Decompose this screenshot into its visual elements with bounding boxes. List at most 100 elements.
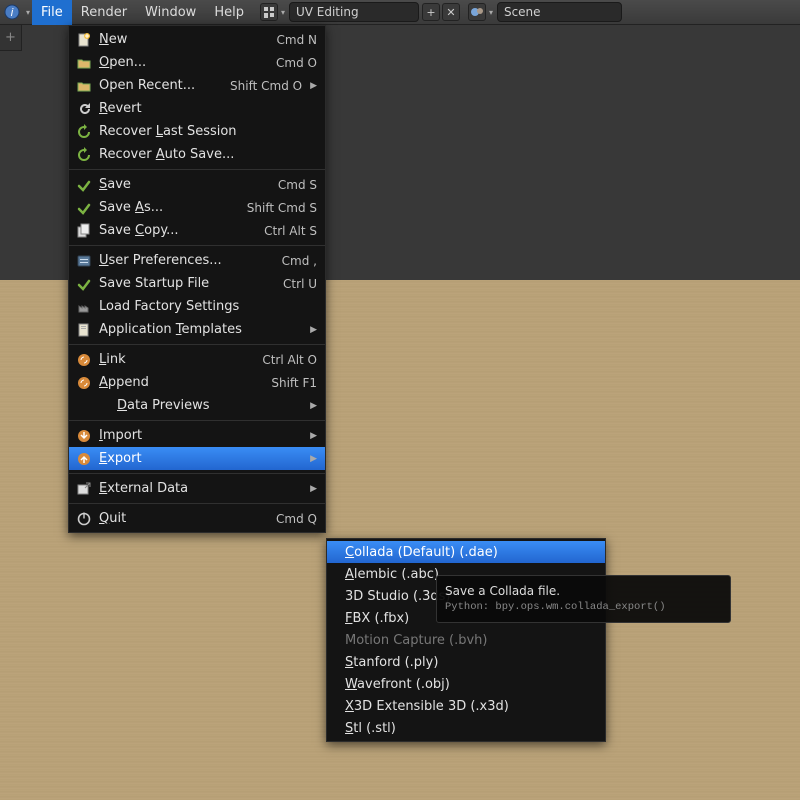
- menu-item-label: New: [99, 32, 234, 47]
- editor-type-dropdown-icon[interactable]: ▾: [24, 1, 32, 23]
- file-menu-external-data[interactable]: External Data▶: [69, 477, 325, 500]
- menu-window[interactable]: Window: [136, 0, 205, 25]
- layout-field[interactable]: UV Editing: [289, 2, 419, 22]
- file-menu-recover-last[interactable]: Recover Last Session: [69, 120, 325, 143]
- save-copy-icon: [75, 223, 93, 239]
- layout-dropdown-icon[interactable]: ▾: [279, 1, 287, 23]
- submenu-arrow-icon: ▶: [302, 454, 317, 464]
- menu-item-label: Append: [99, 375, 234, 390]
- menu-item-label: Recover Auto Save...: [99, 147, 317, 162]
- submenu-item-label: X3D Extensible 3D (.x3d): [345, 699, 597, 714]
- menu-item-label: Open...: [99, 55, 234, 70]
- file-menu-import[interactable]: Import▶: [69, 424, 325, 447]
- tooltip-python: Python: bpy.ops.wm.collada_export(): [445, 600, 722, 616]
- file-menu-load-factory[interactable]: Load Factory Settings: [69, 295, 325, 318]
- menu-item-shortcut: Shift Cmd O: [227, 79, 302, 93]
- menu-item-label: Application Templates: [99, 322, 302, 337]
- menu-item-label: Export: [99, 451, 302, 466]
- file-menu-recover-auto[interactable]: Recover Auto Save...: [69, 143, 325, 166]
- prefs-icon: [75, 253, 93, 269]
- file-menu-save[interactable]: Save Cmd S: [69, 173, 325, 196]
- tooltip: Save a Collada file. Python: bpy.ops.wm.…: [436, 575, 731, 623]
- layout-browse-button[interactable]: [260, 3, 278, 21]
- menu-render[interactable]: Render: [72, 0, 136, 25]
- menu-item-label: Link: [99, 352, 234, 367]
- menu-item-label: Data Previews: [117, 398, 302, 413]
- submenu-arrow-icon: ▶: [302, 431, 317, 441]
- menu-item-label: Save Copy...: [99, 223, 234, 238]
- link-icon: [75, 375, 93, 391]
- menu-item-label: Load Factory Settings: [99, 299, 317, 314]
- delete-layout-button[interactable]: ✕: [442, 3, 460, 21]
- folder-icon: [75, 55, 93, 71]
- file-menu-open[interactable]: Open... Cmd O: [69, 51, 325, 74]
- file-menu-dropdown: NewCmd N Open... Cmd O Open Recent... Shift …: [68, 25, 326, 533]
- save-icon: [75, 177, 93, 193]
- file-menu-data-previews[interactable]: Data Previews▶: [69, 394, 325, 417]
- export-obj[interactable]: Wavefront (.obj): [327, 673, 605, 695]
- file-menu-open-recent[interactable]: Open Recent... Shift Cmd O▶: [69, 74, 325, 97]
- doc-new-icon: [75, 32, 93, 48]
- menu-item-shortcut: Cmd Q: [242, 512, 317, 526]
- file-menu-append[interactable]: Append Shift F1: [69, 371, 325, 394]
- menu-item-shortcut: Cmd O: [242, 56, 317, 70]
- file-menu-save-copy[interactable]: Save Copy...Ctrl Alt S: [69, 219, 325, 242]
- templates-icon: [75, 322, 93, 338]
- svg-text:i: i: [10, 6, 13, 19]
- submenu-item-label: Stl (.stl): [345, 721, 597, 736]
- menu-item-label: User Preferences...: [99, 253, 234, 268]
- export-x3d[interactable]: X3D Extensible 3D (.x3d): [327, 695, 605, 717]
- export-icon: [75, 451, 93, 467]
- menu-item-label: Save As...: [99, 200, 234, 215]
- menu-item-shortcut: Shift F1: [242, 376, 317, 390]
- scene-dropdown-icon[interactable]: ▾: [487, 1, 495, 23]
- file-menu-app-templates[interactable]: Application Templates▶: [69, 318, 325, 341]
- menu-item-shortcut: Ctrl U: [242, 277, 317, 291]
- export-submenu: Collada (Default) (.dae)Alembic (.abc)3D…: [326, 538, 606, 742]
- submenu-item-label: Wavefront (.obj): [345, 677, 597, 692]
- menu-item-shortcut: Cmd S: [242, 178, 317, 192]
- scene-field-text: Scene: [504, 5, 541, 19]
- top-menu-bar: i ▾ FileRenderWindowHelp ▾ UV Editing + …: [0, 0, 800, 25]
- factory-icon: [75, 299, 93, 315]
- info-icon[interactable]: i: [1, 1, 23, 23]
- recover-icon: [75, 147, 93, 163]
- menu-item-label: Import: [99, 428, 302, 443]
- file-menu-link[interactable]: LinkCtrl Alt O: [69, 348, 325, 371]
- file-menu-quit[interactable]: Quit Cmd Q: [69, 507, 325, 530]
- folder-icon: [75, 78, 93, 94]
- submenu-item-label: Stanford (.ply): [345, 655, 597, 670]
- file-menu-user-prefs[interactable]: User Preferences...Cmd ,: [69, 249, 325, 272]
- save-icon: [75, 276, 93, 292]
- plus-icon: +: [5, 30, 16, 45]
- region-expand-button[interactable]: +: [0, 25, 22, 51]
- export-ply[interactable]: Stanford (.ply): [327, 651, 605, 673]
- scene-browse-button[interactable]: [468, 3, 486, 21]
- menu-item-label: Recover Last Session: [99, 124, 317, 139]
- add-layout-button[interactable]: +: [422, 3, 440, 21]
- file-menu-save-as[interactable]: Save As...Shift Cmd S: [69, 196, 325, 219]
- submenu-arrow-icon: ▶: [302, 81, 317, 91]
- file-menu-new[interactable]: NewCmd N: [69, 28, 325, 51]
- menu-item-label: External Data: [99, 481, 302, 496]
- export-collada[interactable]: Collada (Default) (.dae): [327, 541, 605, 563]
- file-menu-revert[interactable]: Revert: [69, 97, 325, 120]
- revert-icon: [75, 101, 93, 117]
- external-icon: [75, 481, 93, 497]
- scene-field[interactable]: Scene: [497, 2, 622, 22]
- menu-item-label: Save: [99, 177, 234, 192]
- menu-file[interactable]: File: [32, 0, 72, 25]
- menu-item-label: Quit: [99, 511, 234, 526]
- menu-item-label: Save Startup File: [99, 276, 234, 291]
- export-stl[interactable]: Stl (.stl): [327, 717, 605, 739]
- import-icon: [75, 428, 93, 444]
- recover-icon: [75, 124, 93, 140]
- link-icon: [75, 352, 93, 368]
- export-bvh: Motion Capture (.bvh): [327, 629, 605, 651]
- file-menu-save-startup[interactable]: Save Startup File Ctrl U: [69, 272, 325, 295]
- tooltip-title: Save a Collada file.: [445, 582, 722, 600]
- file-menu-export[interactable]: Export▶: [69, 447, 325, 470]
- save-icon: [75, 200, 93, 216]
- menu-item-label: Open Recent...: [99, 78, 219, 93]
- menu-help[interactable]: Help: [205, 0, 253, 25]
